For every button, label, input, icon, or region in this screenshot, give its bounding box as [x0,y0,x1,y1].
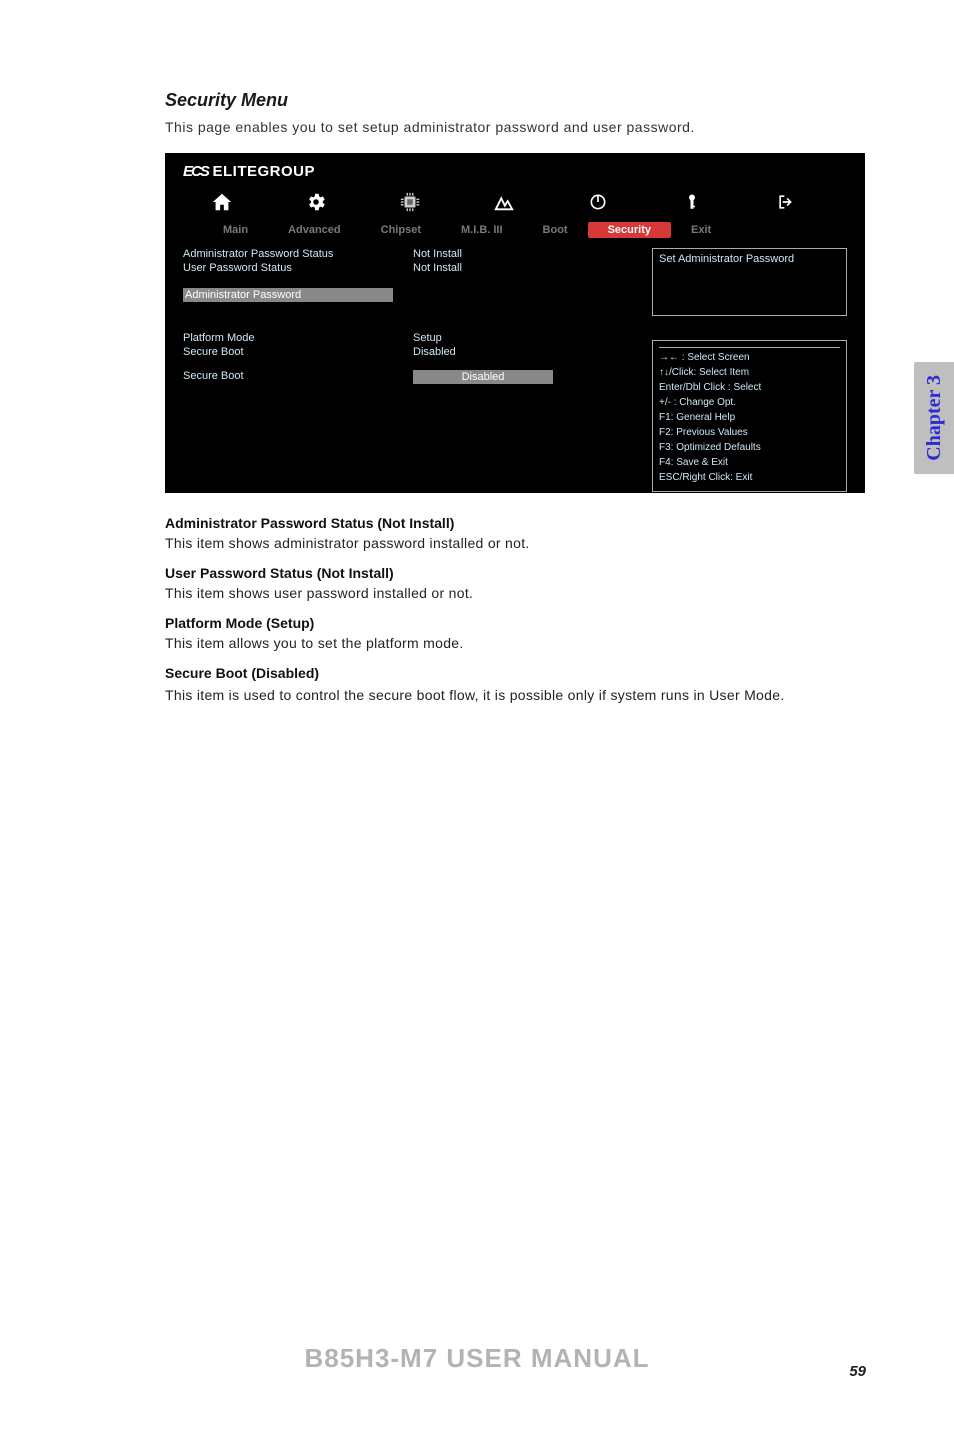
bios-left-panel: Administrator Password Status Not Instal… [183,248,640,492]
secure-boot-state-row: Secure Boot Disabled [183,346,640,358]
tab-exit[interactable]: Exit [671,222,731,238]
admin-pw-status-row: Administrator Password Status Not Instal… [183,248,640,260]
user-pw-status-value: Not Install [413,262,462,274]
platform-mode-row: Platform Mode Setup [183,332,640,344]
bios-icon-row [165,190,865,214]
home-icon [209,190,235,214]
help-optimized-defaults: F3: Optimized Defaults [659,440,840,455]
secure-boot-select-row[interactable]: Secure Boot Disabled [183,370,640,384]
exit-icon [773,190,799,214]
admin-pw-status-value: Not Install [413,248,462,260]
admin-pw-status-label: Administrator Password Status [183,248,413,260]
help-select-screen: →← : Select Screen [659,350,840,365]
platform-mode-value: Setup [413,332,442,344]
bios-screenshot: ECS ELITEGROUP [165,153,865,493]
settings-gear-icon [303,190,329,214]
power-icon [585,190,611,214]
secure-boot-select-label: Secure Boot [183,370,413,384]
help-box: →← : Select Screen ↑↓/Click: Select Item… [652,340,847,492]
secure-boot-state-value: Disabled [413,346,456,358]
chipset-icon [397,190,423,214]
bios-right-panel: Set Administrator Password →← : Select S… [652,248,847,492]
bios-body: Administrator Password Status Not Instal… [165,248,865,492]
chapter-label: Chapter 3 [923,375,946,461]
brand-name: ELITEGROUP [213,163,316,180]
bios-header: ECS ELITEGROUP [165,153,865,180]
help-enter-select: Enter/Dbl Click : Select [659,380,840,395]
help-change-opt: +/- : Change Opt. [659,395,840,410]
desc3-text: This item allows you to set the platform… [165,635,814,651]
footer-manual-title: B85H3-M7 USER MANUAL [0,1343,954,1374]
tab-chipset[interactable]: Chipset [361,222,441,238]
help-general-help: F1: General Help [659,410,840,425]
help-divider [659,347,840,348]
user-pw-status-row: User Password Status Not Install [183,262,640,274]
tab-mib[interactable]: M.I.B. III [441,222,523,238]
tab-main[interactable]: Main [203,222,268,238]
brand-prefix: ECS [183,163,208,180]
brand-logo: ECS ELITEGROUP [183,163,315,180]
item-description-box: Set Administrator Password [652,248,847,316]
page-number: 59 [849,1363,866,1380]
description-block: Administrator Password Status (Not Insta… [165,515,814,705]
secure-boot-state-label: Secure Boot [183,346,413,358]
bios-tabs: Main Advanced Chipset M.I.B. III Boot Se… [165,222,865,238]
user-pw-status-label: User Password Status [183,262,413,274]
section-title: Security Menu [165,90,814,111]
desc4-heading: Secure Boot (Disabled) [165,665,814,681]
tab-advanced[interactable]: Advanced [268,222,361,238]
tab-boot[interactable]: Boot [523,222,588,238]
secure-boot-select-value[interactable]: Disabled [413,370,553,384]
intro-text: This page enables you to set setup admin… [165,119,814,135]
platform-mode-label: Platform Mode [183,332,413,344]
security-key-icon [679,190,705,214]
desc3-heading: Platform Mode (Setup) [165,615,814,631]
desc2-heading: User Password Status (Not Install) [165,565,814,581]
administrator-password-item[interactable]: Administrator Password [183,288,393,302]
desc4-text: This item is used to control the secure … [165,685,814,705]
help-previous-values: F2: Previous Values [659,425,840,440]
help-select-item: ↑↓/Click: Select Item [659,365,840,380]
desc1-heading: Administrator Password Status (Not Insta… [165,515,814,531]
chapter-side-tab: Chapter 3 [914,362,954,474]
desc2-text: This item shows user password installed … [165,585,814,601]
help-save-exit: F4: Save & Exit [659,455,840,470]
help-esc-exit: ESC/Right Click: Exit [659,470,840,485]
desc1-text: This item shows administrator password i… [165,535,814,551]
performance-icon [491,190,517,214]
tab-security[interactable]: Security [588,222,671,238]
platform-block: Platform Mode Setup Secure Boot Disabled… [183,332,640,384]
